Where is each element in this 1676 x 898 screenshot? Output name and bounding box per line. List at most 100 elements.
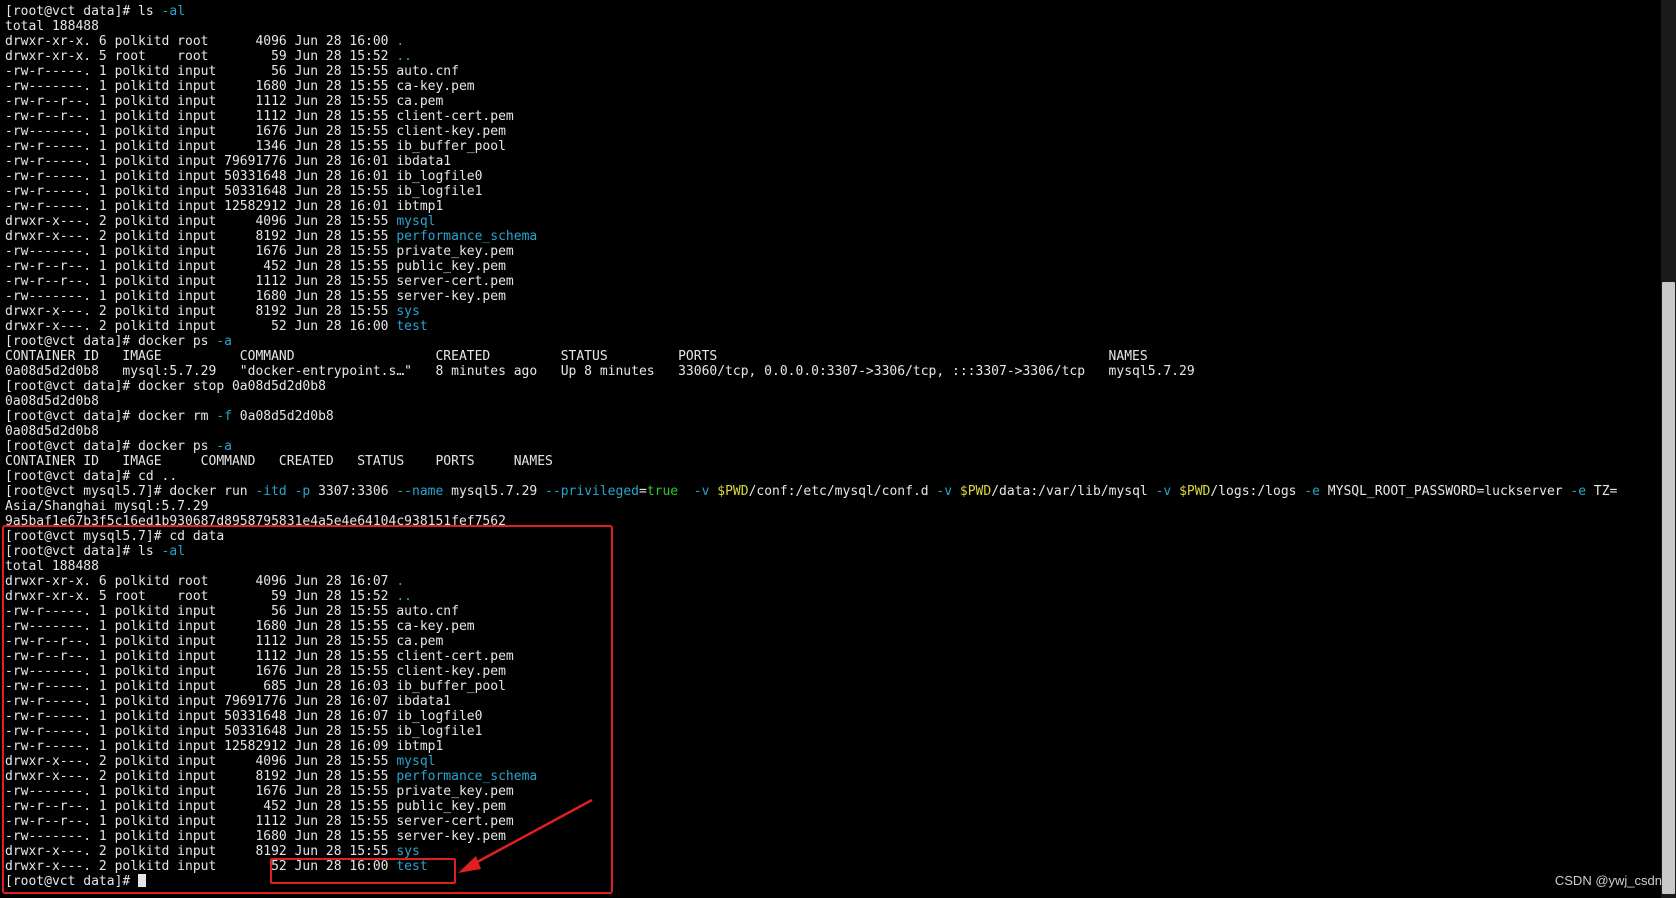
terminal-text: [root@vct mysql5.7]# docker run <box>5 484 256 499</box>
terminal-text: -rw-r--r--. 1 polkitd input 1112 Jun 28 … <box>5 94 444 109</box>
terminal-text: -e <box>1570 484 1587 499</box>
directory-name: .. <box>396 589 412 604</box>
directory-name: performance_schema <box>396 769 538 784</box>
terminal-text: [root@vct data]# cd .. <box>5 469 178 484</box>
terminal-text: /logs:/logs <box>1210 484 1305 499</box>
terminal-text: -rw-------. 1 polkitd input 1680 Jun 28 … <box>5 289 506 304</box>
terminal-line: drwxr-x---. 2 polkitd input 8192 Jun 28 … <box>5 769 1655 784</box>
terminal-line: 0a08d5d2d0b8 <box>5 394 1655 409</box>
terminal-line: drwxr-x---. 2 polkitd input 52 Jun 28 16… <box>5 319 1655 334</box>
terminal-text: [root@vct data]# docker rm <box>5 409 217 424</box>
terminal-line: drwxr-x---. 2 polkitd input 8192 Jun 28 … <box>5 844 1655 859</box>
terminal-text: CONTAINER ID IMAGE COMMAND CREATED STATU… <box>5 454 553 469</box>
terminal-line: drwxr-xr-x. 6 polkitd root 4096 Jun 28 1… <box>5 34 1655 49</box>
terminal-line: -rw-r--r--. 1 polkitd input 1112 Jun 28 … <box>5 649 1655 664</box>
terminal-text: -rw-r-----. 1 polkitd input 50331648 Jun… <box>5 169 483 184</box>
terminal-text: [root@vct data]# docker ps <box>5 334 217 349</box>
terminal-line: drwxr-x---. 2 polkitd input 4096 Jun 28 … <box>5 754 1655 769</box>
terminal-text: -rw-r-----. 1 polkitd input 56 Jun 28 15… <box>5 604 459 619</box>
terminal-line: -rw-r-----. 1 polkitd input 50331648 Jun… <box>5 184 1655 199</box>
terminal-text: -rw-------. 1 polkitd input 1676 Jun 28 … <box>5 124 506 139</box>
terminal-line: -rw-r--r--. 1 polkitd input 452 Jun 28 1… <box>5 799 1655 814</box>
terminal-text: drwxr-x---. 2 polkitd input 52 Jun 28 16… <box>5 859 397 874</box>
terminal-text: 0a08d5d2d0b8 mysql:5.7.29 "docker-entryp… <box>5 364 1195 379</box>
terminal-text: $PWD <box>959 484 992 499</box>
terminal-line: CONTAINER ID IMAGE COMMAND CREATED STATU… <box>5 349 1655 364</box>
terminal-text: -rw-r-----. 1 polkitd input 1346 Jun 28 … <box>5 139 506 154</box>
directory-name: . <box>396 574 405 589</box>
terminal-text: -al <box>161 544 186 559</box>
terminal-text: /conf:/etc/mysql/conf.d <box>748 484 937 499</box>
terminal-line: -rw-r-----. 1 polkitd input 50331648 Jun… <box>5 169 1655 184</box>
terminal-text: -rw-r--r--. 1 polkitd input 1112 Jun 28 … <box>5 109 514 124</box>
terminal-line: Asia/Shanghai mysql:5.7.29 <box>5 499 1655 514</box>
terminal-text: CONTAINER ID IMAGE COMMAND CREATED STATU… <box>5 349 1148 364</box>
terminal-line: -rw-r--r--. 1 polkitd input 1112 Jun 28 … <box>5 274 1655 289</box>
terminal-text: -v <box>936 484 953 499</box>
terminal-text: -rw-r-----. 1 polkitd input 79691776 Jun… <box>5 694 452 709</box>
terminal-text: -rw-r--r--. 1 polkitd input 1112 Jun 28 … <box>5 649 514 664</box>
directory-name: test <box>396 859 428 874</box>
terminal-text: $PWD <box>1179 484 1211 499</box>
terminal-text: drwxr-xr-x. 5 root root 59 Jun 28 15:52 <box>5 49 397 64</box>
terminal-text: TZ= <box>1586 484 1618 499</box>
terminal-line: drwxr-xr-x. 5 root root 59 Jun 28 15:52 … <box>5 589 1655 604</box>
terminal-text: -rw-------. 1 polkitd input 1680 Jun 28 … <box>5 829 506 844</box>
directory-name: mysql <box>396 754 436 769</box>
terminal-text: -e <box>1304 484 1320 499</box>
terminal-text: -a <box>216 334 232 349</box>
terminal-text: mysql5.7.29 <box>443 484 546 499</box>
terminal-text: -rw-r-----. 1 polkitd input 50331648 Jun… <box>5 709 483 724</box>
terminal-line: -rw-r-----. 1 polkitd input 12582912 Jun… <box>5 739 1655 754</box>
terminal-text: -rw-------. 1 polkitd input 1676 Jun 28 … <box>5 244 514 259</box>
terminal-text: -a <box>216 439 232 454</box>
terminal-text: -rw-r--r--. 1 polkitd input 1112 Jun 28 … <box>5 274 514 289</box>
terminal-line: -rw-r-----. 1 polkitd input 685 Jun 28 1… <box>5 679 1655 694</box>
terminal-text: /data:/var/lib/mysql <box>991 484 1156 499</box>
terminal-line: drwxr-x---. 2 polkitd input 52 Jun 28 16… <box>5 859 1655 874</box>
terminal-text: MYSQL_ROOT_PASSWORD=luckserver <box>1319 484 1571 499</box>
terminal-text: drwxr-x---. 2 polkitd input 8192 Jun 28 … <box>5 304 397 319</box>
terminal-line: [root@vct data]# docker rm -f 0a08d5d2d0… <box>5 409 1655 424</box>
terminal-text: [root@vct data]# docker stop 0a08d5d2d0b… <box>5 379 326 394</box>
terminal-text: -p <box>294 484 311 499</box>
terminal-text: -f <box>216 409 232 424</box>
text-cursor <box>138 874 147 887</box>
terminal-line: -rw-r-----. 1 polkitd input 12582912 Jun… <box>5 199 1655 214</box>
terminal-text: drwxr-x---. 2 polkitd input 8192 Jun 28 … <box>5 844 397 859</box>
scrollbar-thumb[interactable] <box>1662 282 1675 894</box>
terminal-text: drwxr-xr-x. 5 root root 59 Jun 28 15:52 <box>5 589 397 604</box>
terminal-line: [root@vct data]# docker ps -a <box>5 439 1655 454</box>
terminal-text: -rw-r--r--. 1 polkitd input 452 Jun 28 1… <box>5 799 506 814</box>
terminal-line: [root@vct data]# cd .. <box>5 469 1655 484</box>
terminal-window[interactable]: [root@vct data]# ls -al total 188488 drwxr… <box>0 0 1676 898</box>
terminal-text: -rw-r-----. 1 polkitd input 50331648 Jun… <box>5 724 483 739</box>
terminal-line: -rw-r-----. 1 polkitd input 79691776 Jun… <box>5 154 1655 169</box>
terminal-line: total 188488 <box>5 559 1655 574</box>
vertical-scrollbar[interactable] <box>1661 0 1676 898</box>
terminal-text: -v <box>1155 484 1172 499</box>
terminal-line: drwxr-xr-x. 6 polkitd root 4096 Jun 28 1… <box>5 574 1655 589</box>
watermark: CSDN @ywj_csdn <box>1554 873 1662 888</box>
terminal-text: drwxr-x---. 2 polkitd input 52 Jun 28 16… <box>5 319 397 334</box>
terminal-text: -rw-------. 1 polkitd input 1680 Jun 28 … <box>5 79 475 94</box>
terminal-text: -rw-r--r--. 1 polkitd input 1112 Jun 28 … <box>5 634 444 649</box>
terminal-text: Asia/Shanghai mysql:5.7.29 <box>5 499 209 514</box>
terminal-line: -rw-------. 1 polkitd input 1676 Jun 28 … <box>5 244 1655 259</box>
terminal-text: -rw-r-----. 1 polkitd input 79691776 Jun… <box>5 154 452 169</box>
terminal-text: --name <box>396 484 444 499</box>
terminal-line: -rw-------. 1 polkitd input 1676 Jun 28 … <box>5 124 1655 139</box>
terminal-text: drwxr-x---. 2 polkitd input 4096 Jun 28 … <box>5 214 397 229</box>
terminal-line: [root@vct data]# ls -al <box>5 544 1655 559</box>
terminal-text: total 188488 <box>5 559 99 574</box>
terminal-line: 0a08d5d2d0b8 <box>5 424 1655 439</box>
terminal-text: [root@vct mysql5.7]# cd data <box>5 529 225 544</box>
terminal-text: --privileged <box>545 484 639 499</box>
terminal-text: 3307:3306 <box>310 484 397 499</box>
terminal-text: 0a08d5d2d0b8 <box>5 424 99 439</box>
terminal-line: -rw-------. 1 polkitd input 1680 Jun 28 … <box>5 829 1655 844</box>
terminal-line: -rw-------. 1 polkitd input 1680 Jun 28 … <box>5 289 1655 304</box>
terminal-text: -rw-------. 1 polkitd input 1680 Jun 28 … <box>5 619 475 634</box>
